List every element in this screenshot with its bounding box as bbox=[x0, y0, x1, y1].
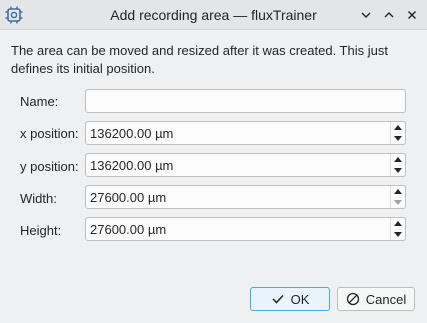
close-icon[interactable] bbox=[402, 5, 422, 25]
spin-up-icon[interactable] bbox=[391, 154, 405, 165]
y-position-spin-buttons[interactable] bbox=[390, 154, 405, 176]
app-gear-icon bbox=[4, 5, 24, 25]
name-label: Name: bbox=[20, 94, 59, 109]
description-line-2: defines its initial position. bbox=[11, 61, 155, 76]
spin-down-icon[interactable] bbox=[391, 165, 405, 176]
spin-down-icon[interactable] bbox=[391, 229, 405, 240]
x-position-label: x position: bbox=[20, 126, 79, 141]
height-spinbox[interactable] bbox=[85, 217, 406, 241]
checkmark-icon bbox=[271, 292, 285, 306]
ok-button[interactable]: OK bbox=[250, 287, 330, 311]
spin-up-icon[interactable] bbox=[391, 218, 405, 229]
name-field[interactable] bbox=[85, 89, 406, 113]
cancel-button-label: Cancel bbox=[365, 291, 407, 307]
x-position-spinbox[interactable] bbox=[85, 121, 406, 145]
height-label: Height: bbox=[20, 223, 62, 238]
name-input[interactable] bbox=[90, 90, 380, 112]
x-position-input[interactable] bbox=[90, 122, 380, 144]
y-position-spinbox[interactable] bbox=[85, 153, 406, 177]
height-spin-buttons[interactable] bbox=[390, 218, 405, 240]
spin-down-icon[interactable] bbox=[391, 133, 405, 144]
width-spin-buttons[interactable] bbox=[390, 186, 405, 208]
cancel-icon bbox=[346, 292, 360, 306]
spin-down-icon-disabled bbox=[391, 197, 405, 208]
title-bar: Add recording area — fluxTrainer bbox=[0, 0, 427, 30]
y-position-label: y position: bbox=[20, 159, 79, 174]
maximize-chevron-up-icon[interactable] bbox=[379, 5, 399, 25]
y-position-input[interactable] bbox=[90, 154, 380, 176]
width-input[interactable] bbox=[90, 186, 380, 208]
x-position-spin-buttons[interactable] bbox=[390, 122, 405, 144]
height-input[interactable] bbox=[90, 218, 380, 240]
description-line-1: The area can be moved and resized after … bbox=[11, 43, 388, 58]
width-label: Width: bbox=[20, 191, 57, 206]
width-spinbox[interactable] bbox=[85, 185, 406, 209]
spin-up-icon[interactable] bbox=[391, 122, 405, 133]
description-text: The area can be moved and resized after … bbox=[11, 42, 411, 78]
spin-up-icon[interactable] bbox=[391, 186, 405, 197]
minimize-chevron-down-icon[interactable] bbox=[356, 5, 376, 25]
ok-button-label: OK bbox=[290, 291, 310, 307]
cancel-button[interactable]: Cancel bbox=[337, 287, 415, 311]
